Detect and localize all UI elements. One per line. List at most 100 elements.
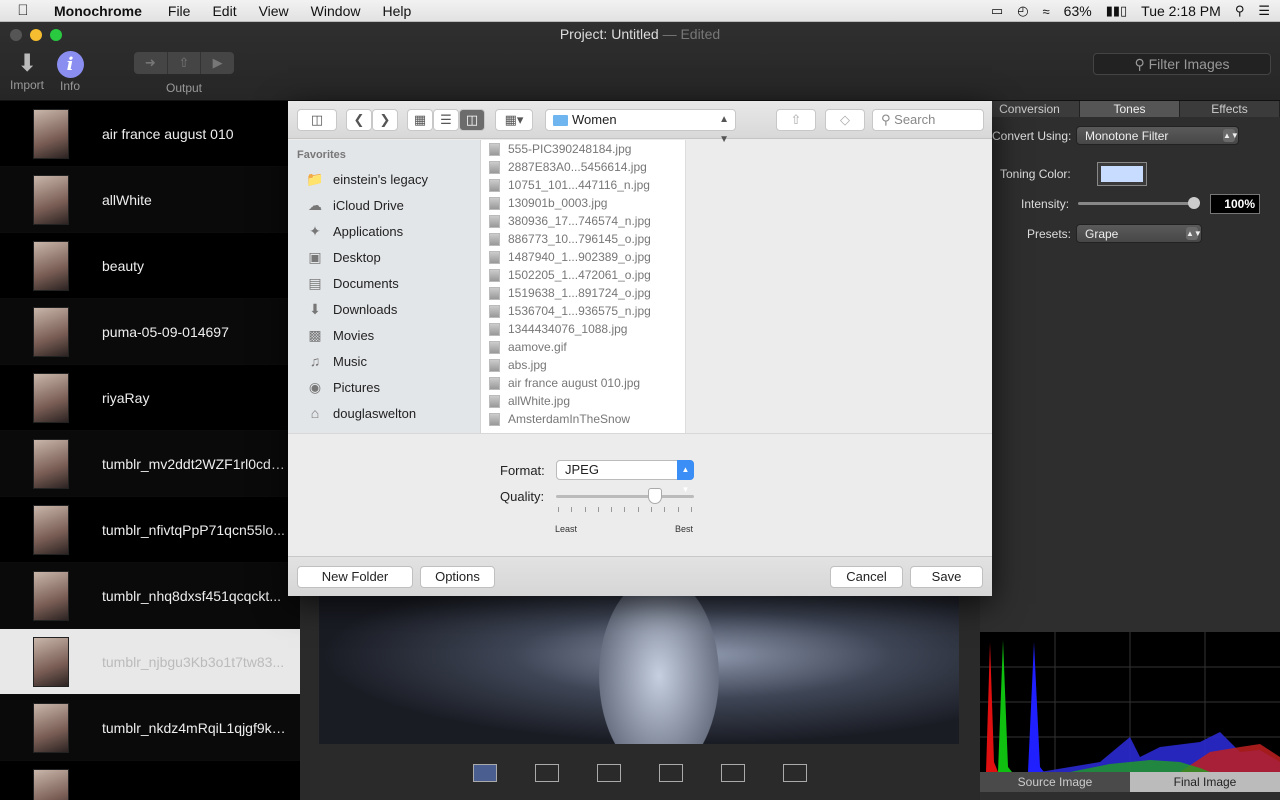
view-original-button[interactable]	[535, 764, 559, 782]
output-slideshow-icon[interactable]: ▶	[201, 52, 234, 74]
file-item[interactable]: 1536704_1...936575_n.jpg	[481, 302, 685, 320]
view-stacked-button[interactable]	[721, 764, 745, 782]
presets-select[interactable]: Grape ▲▼	[1076, 224, 1202, 243]
back-button[interactable]: ❮	[346, 109, 372, 131]
favorite-item[interactable]: ▩ Movies	[288, 322, 480, 348]
image-list-item[interactable]: tumblr_nhq8dxsf451qcqckt...	[0, 563, 300, 629]
image-list-item[interactable]: tumblr_nfivtqPpP71qcn55lo...	[0, 497, 300, 563]
file-item[interactable]: 1519638_1...891724_o.jpg	[481, 284, 685, 302]
share-button[interactable]: ⇧	[776, 109, 816, 131]
menu-view[interactable]: View	[248, 3, 300, 19]
file-item[interactable]: abs.jpg	[481, 356, 685, 374]
battery-icon[interactable]: ▮▮▯	[1106, 3, 1127, 19]
column-view-button[interactable]: ◫	[459, 109, 485, 131]
view-split-vertical-button[interactable]	[659, 764, 683, 782]
tab-tones[interactable]: Tones	[1080, 101, 1180, 117]
convert-using-select[interactable]: Monotone Filter ▲▼	[1076, 126, 1239, 145]
dialog-search-input[interactable]: ⚲ Search	[872, 109, 984, 131]
intensity-slider-knob[interactable]	[1188, 197, 1200, 209]
view-split-horizontal-button[interactable]	[597, 764, 621, 782]
image-list-item[interactable]: riyaRay	[0, 365, 300, 431]
file-item[interactable]: 10751_101...447116_n.jpg	[481, 176, 685, 194]
view-side-by-side-button[interactable]	[783, 764, 807, 782]
menu-help[interactable]: Help	[371, 3, 422, 19]
favorite-item[interactable]: ⌂ douglaswelton	[288, 400, 480, 426]
convert-using-value: Monotone Filter	[1085, 129, 1169, 143]
new-folder-button[interactable]: New Folder	[297, 566, 413, 588]
tag-button[interactable]: ◇	[825, 109, 865, 131]
tab-source-image[interactable]: Source Image	[980, 772, 1130, 792]
menu-file[interactable]: File	[157, 3, 202, 19]
arrange-button[interactable]: ▦▾	[495, 109, 533, 131]
file-item[interactable]: 130901b_0003.jpg	[481, 194, 685, 212]
toning-color-well[interactable]	[1097, 162, 1147, 186]
file-item-label: 1502205_1...472061_o.jpg	[508, 268, 651, 282]
cancel-button[interactable]: Cancel	[830, 566, 903, 588]
list-icon: ☰	[440, 112, 452, 127]
apple-menu-icon[interactable]: 	[0, 2, 46, 19]
title-prefix: Project:	[559, 26, 608, 42]
favorite-item[interactable]: ◉ Pictures	[288, 374, 480, 400]
time-machine-icon[interactable]: ◴	[1017, 3, 1028, 19]
file-item[interactable]: 1502205_1...472061_o.jpg	[481, 266, 685, 284]
file-item[interactable]: air france august 010.jpg	[481, 374, 685, 392]
file-item[interactable]: AmsterdamInTheSnow	[481, 410, 685, 428]
image-list-item[interactable]: air france august 010	[0, 101, 300, 167]
image-list-item[interactable]: tumblr_mv2ddt2WZF1rl0cds...	[0, 431, 300, 497]
preview-image[interactable]	[319, 596, 959, 744]
favorite-item[interactable]: ✦ Applications	[288, 218, 480, 244]
options-button[interactable]: Options	[420, 566, 495, 588]
forward-button[interactable]: ❯	[372, 109, 398, 131]
format-select[interactable]: JPEG ▲ ▼	[556, 460, 694, 494]
file-item[interactable]: 886773_10...796145_o.jpg	[481, 230, 685, 248]
tab-effects[interactable]: Effects	[1180, 101, 1280, 117]
menu-edit[interactable]: Edit	[201, 3, 247, 19]
favorite-item[interactable]: ▤ Documents	[288, 270, 480, 296]
view-single-button[interactable]	[473, 764, 497, 782]
favorite-item[interactable]: ♫ Music	[288, 348, 480, 374]
output-export-icon[interactable]: ➜	[134, 52, 168, 74]
image-thumbnail	[33, 372, 69, 423]
icon-view-button[interactable]: ▦	[407, 109, 433, 131]
spotlight-icon[interactable]: ⚲	[1235, 3, 1245, 19]
app-menu[interactable]: Monochrome	[46, 3, 157, 19]
file-item[interactable]: 555-PIC390248184.jpg	[481, 140, 685, 158]
image-list-item[interactable]: tumblr_nkdz4mRqiL1qjgf9ko...	[0, 695, 300, 761]
file-item[interactable]: 2887E83A0...5456614.jpg	[481, 158, 685, 176]
image-list-item[interactable]	[0, 761, 300, 800]
intensity-slider[interactable]	[1078, 197, 1200, 209]
clock[interactable]: Tue 2:18 PM	[1141, 3, 1221, 19]
menu-window[interactable]: Window	[300, 3, 372, 19]
airplay-icon[interactable]: ▭	[991, 3, 1003, 19]
favorite-item[interactable]: ⬇ Downloads	[288, 296, 480, 322]
filter-images-input[interactable]: ⚲ Filter Images	[1093, 53, 1271, 75]
favorite-item[interactable]: 📁 einstein's legacy	[288, 166, 480, 192]
save-button[interactable]: Save	[910, 566, 983, 588]
sidebar-toggle-button[interactable]: ◫	[297, 109, 337, 131]
tab-conversion[interactable]: Conversion	[980, 101, 1080, 117]
quality-slider[interactable]	[556, 488, 694, 504]
image-list-item[interactable]: allWhite	[0, 167, 300, 233]
battery-percent[interactable]: 63%	[1064, 3, 1092, 19]
notification-center-icon[interactable]: ☰	[1258, 3, 1270, 19]
favorite-item[interactable]: ☁ iCloud Drive	[288, 192, 480, 218]
quality-slider-knob[interactable]	[648, 488, 663, 504]
image-list-item-label: allWhite	[102, 191, 152, 208]
file-item[interactable]: aamove.gif	[481, 338, 685, 356]
image-list-item[interactable]: tumblr_njbgu3Kb3o1t7tw83...	[0, 629, 300, 695]
file-item[interactable]: 380936_17...746574_n.jpg	[481, 212, 685, 230]
image-list-item[interactable]: puma-05-09-014697	[0, 299, 300, 365]
wifi-icon[interactable]: ≈	[1043, 4, 1050, 19]
file-item[interactable]: 1344434076_1088.jpg	[481, 320, 685, 338]
folder-popup[interactable]: Women ▲ ▼	[545, 109, 736, 145]
file-item[interactable]: allWhite.jpg	[481, 392, 685, 410]
tab-final-image[interactable]: Final Image	[1130, 772, 1280, 792]
image-list-item[interactable]: beauty	[0, 233, 300, 299]
file-item[interactable]: 1487940_1...902389_o.jpg	[481, 248, 685, 266]
info-button[interactable]: i Info	[50, 51, 90, 93]
favorite-item[interactable]: ▣ Desktop	[288, 244, 480, 270]
list-view-button[interactable]: ☰	[433, 109, 459, 131]
intensity-field[interactable]: 100%	[1210, 194, 1260, 214]
output-share-icon[interactable]: ⇧	[168, 52, 202, 74]
import-button[interactable]: ⬇ Import	[6, 50, 48, 92]
